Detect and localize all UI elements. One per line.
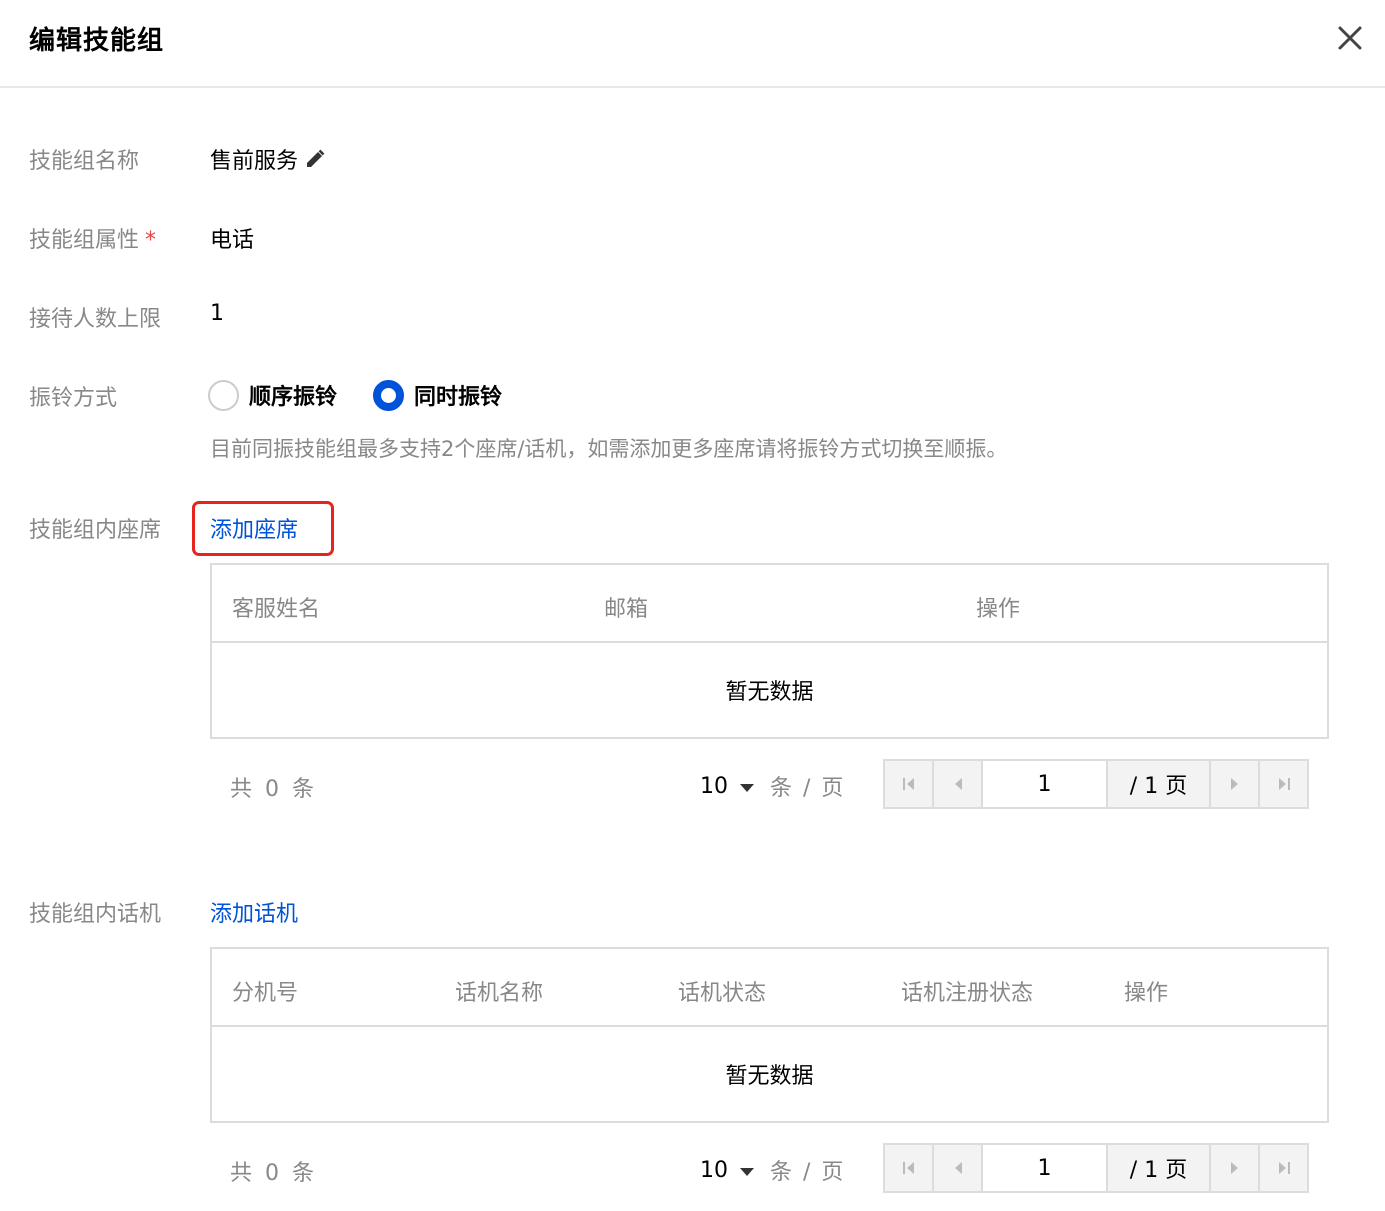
page-size-select[interactable]: 10 条 / 页 (700, 770, 845, 802)
next-page-icon[interactable] (1209, 1145, 1258, 1191)
column-header: 操作 (976, 597, 1021, 622)
table-body: 暂无数据 (212, 1027, 1327, 1121)
radio-checked-icon (373, 379, 405, 411)
ring-mode-radio-group: 顺序振铃 同时振铃 (208, 375, 538, 415)
ring-hint: 目前同振技能组最多支持2个座席/话机，如需添加更多座席请将振铃方式切换至顺振。 (210, 437, 1008, 461)
page-number-input[interactable]: 1 (983, 1145, 1108, 1191)
column-header: 话机名称 (455, 981, 544, 1006)
limit-value: 1 (210, 301, 224, 326)
total-count: 共 0 条 (230, 1161, 317, 1186)
table-header: 客服姓名 邮箱 操作 (212, 565, 1327, 643)
name-row: 售前服务 (210, 143, 326, 175)
page-size-value: 10 (700, 773, 728, 799)
last-page-icon[interactable] (1258, 1145, 1307, 1191)
empty-text: 暂无数据 (725, 680, 814, 705)
phones-label: 技能组内话机 (29, 902, 162, 927)
attr-label-row: 技能组属性 * (29, 222, 156, 254)
ring-label: 振铃方式 (29, 386, 118, 411)
attr-label: 技能组属性 (29, 228, 140, 253)
name-label: 技能组名称 (29, 149, 140, 174)
required-mark: * (145, 228, 157, 253)
seats-table: 客服姓名 邮箱 操作 暂无数据 (210, 563, 1329, 739)
column-header: 客服姓名 (232, 597, 321, 622)
radio-unchecked-icon (208, 379, 239, 411)
caret-down-icon[interactable] (740, 783, 754, 792)
page-size-value: 10 (700, 1157, 728, 1183)
per-page-label: 条 / 页 (770, 776, 846, 801)
next-page-icon[interactable] (1209, 761, 1258, 807)
close-icon[interactable] (1334, 22, 1366, 54)
column-header: 分机号 (232, 981, 299, 1006)
column-header: 话机状态 (678, 981, 767, 1006)
radio-sequential-ring[interactable]: 顺序振铃 (208, 379, 337, 411)
caret-down-icon[interactable] (740, 1167, 754, 1176)
first-page-icon[interactable] (885, 761, 934, 807)
radio-simultaneous-ring[interactable]: 同时振铃 (373, 379, 502, 411)
total-pages: / 1 页 (1129, 774, 1188, 799)
pagination: 1 / 1 页 (883, 1143, 1309, 1193)
radio-label: 同时振铃 (414, 385, 503, 410)
seats-label: 技能组内座席 (29, 518, 162, 543)
prev-page-icon[interactable] (934, 1145, 983, 1191)
add-phone-link[interactable]: 添加话机 (210, 896, 298, 928)
radio-label: 顺序振铃 (249, 385, 338, 410)
highlight-annotation-box (192, 501, 334, 556)
total-count: 共 0 条 (230, 777, 317, 802)
total-pages: / 1 页 (1129, 1158, 1188, 1183)
phones-table: 分机号 话机名称 话机状态 话机注册状态 操作 暂无数据 (210, 947, 1329, 1123)
dialog-header: 编辑技能组 (0, 0, 1385, 88)
prev-page-icon[interactable] (934, 761, 983, 807)
per-page-label: 条 / 页 (770, 1160, 846, 1185)
column-header: 邮箱 (604, 597, 649, 622)
table-header: 分机号 话机名称 话机状态 话机注册状态 操作 (212, 949, 1327, 1027)
column-header: 操作 (1124, 981, 1169, 1006)
page-size-select[interactable]: 10 条 / 页 (700, 1154, 845, 1186)
dialog-title: 编辑技能组 (29, 26, 165, 56)
limit-label: 接待人数上限 (29, 307, 162, 332)
attr-value: 电话 (210, 228, 255, 253)
column-header: 话机注册状态 (901, 981, 1034, 1006)
empty-text: 暂无数据 (725, 1064, 814, 1089)
table-body: 暂无数据 (212, 643, 1327, 737)
page-number-input[interactable]: 1 (983, 761, 1108, 807)
last-page-icon[interactable] (1258, 761, 1307, 807)
name-value: 售前服务 (210, 149, 299, 174)
first-page-icon[interactable] (885, 1145, 934, 1191)
pagination: 1 / 1 页 (883, 759, 1309, 809)
edit-pencil-icon[interactable] (304, 148, 326, 170)
